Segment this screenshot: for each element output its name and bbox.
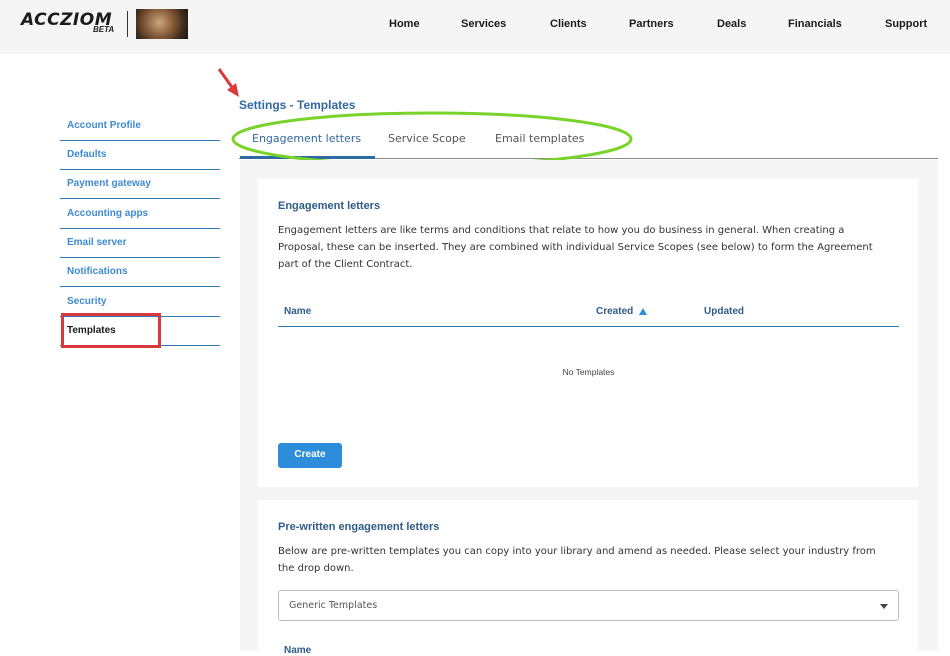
table-header-divider bbox=[278, 326, 899, 327]
prewritten-description: Below are pre-written templates you can … bbox=[278, 546, 876, 574]
industry-select[interactable]: Generic Templates bbox=[278, 590, 899, 621]
nav-deals[interactable]: Deals bbox=[717, 18, 746, 30]
sidebar-item-email-server[interactable]: Email server bbox=[60, 229, 220, 258]
nav-financials[interactable]: Financials bbox=[788, 18, 842, 30]
nav-home[interactable]: Home bbox=[389, 18, 420, 30]
empty-state-text: No Templates bbox=[562, 367, 615, 377]
nav-support[interactable]: Support bbox=[885, 18, 927, 30]
chevron-down-icon bbox=[880, 604, 888, 609]
nav-clients[interactable]: Clients bbox=[550, 18, 587, 30]
sidebar-item-payment-gateway[interactable]: Payment gateway bbox=[60, 170, 220, 199]
logo-divider bbox=[127, 11, 128, 37]
top-bar: ACCZIOM BETA Home Services Clients Partn… bbox=[0, 0, 950, 54]
column-header-created[interactable]: Created bbox=[596, 306, 648, 317]
nav-partners[interactable]: Partners bbox=[629, 18, 674, 30]
sidebar-item-accounting-apps[interactable]: Accounting apps bbox=[60, 200, 220, 229]
sidebar-item-defaults[interactable]: Defaults bbox=[60, 141, 220, 170]
prewritten-title: Pre-written engagement letters bbox=[278, 521, 440, 533]
column-header-created-label: Created bbox=[596, 306, 634, 317]
nav-services[interactable]: Services bbox=[461, 18, 506, 30]
logo-beta-label: BETA bbox=[93, 25, 115, 34]
column-header-name[interactable]: Name bbox=[284, 306, 311, 317]
annotation-arrow-icon bbox=[217, 68, 239, 97]
engagement-letters-title: Engagement letters bbox=[278, 200, 381, 212]
sort-ascending-icon bbox=[639, 307, 648, 315]
annotation-red-box bbox=[61, 313, 161, 348]
column-header-updated[interactable]: Updated bbox=[704, 306, 744, 317]
sidebar-item-notifications[interactable]: Notifications bbox=[60, 258, 220, 287]
create-button[interactable]: Create bbox=[278, 443, 342, 468]
user-avatar[interactable] bbox=[136, 9, 188, 39]
industry-select-value: Generic Templates bbox=[289, 600, 378, 611]
sidebar-item-account-profile[interactable]: Account Profile bbox=[60, 112, 220, 141]
engagement-letters-description: Engagement letters are like terms and co… bbox=[278, 225, 873, 270]
